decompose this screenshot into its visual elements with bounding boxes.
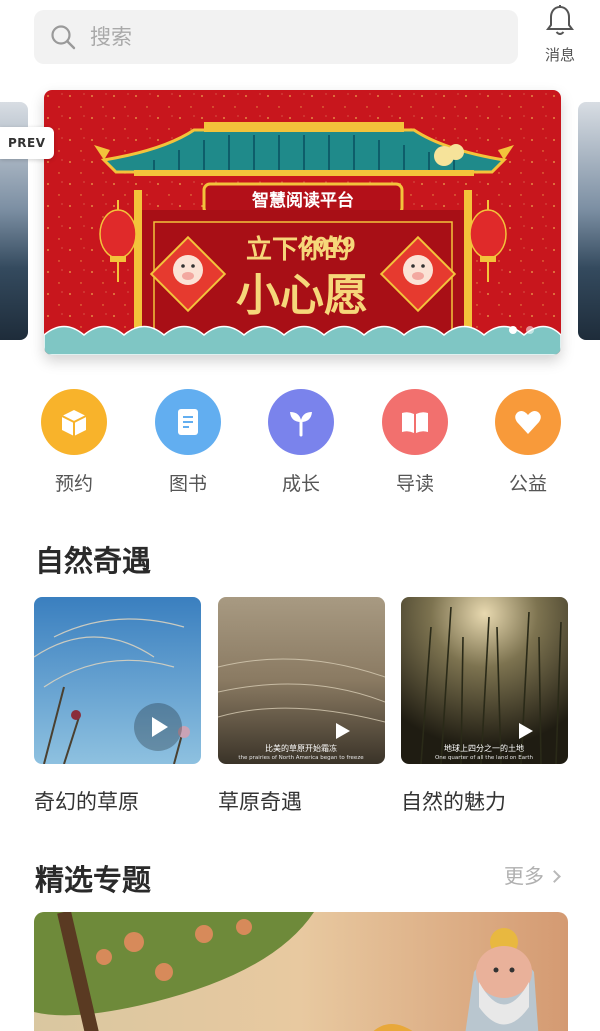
messages-button[interactable]: 消息 bbox=[536, 4, 584, 68]
prev-slide-button[interactable]: PREV bbox=[0, 127, 54, 159]
video-subtitle-en: One quarter of all the land on Earth bbox=[435, 755, 534, 761]
video-title: 奇幻的草原 bbox=[34, 790, 139, 814]
category-reserve[interactable]: 预约 bbox=[39, 389, 109, 496]
carousel-dot[interactable] bbox=[526, 326, 534, 334]
book-page-icon bbox=[178, 409, 198, 435]
video-subtitle-en: the prairies of North America began to f… bbox=[238, 755, 364, 761]
video-title: 草原奇遇 bbox=[218, 790, 302, 814]
more-link[interactable]: 更多 bbox=[504, 860, 561, 889]
category-label: 图书 bbox=[168, 473, 207, 495]
nature-section-title: 自然奇遇 bbox=[35, 544, 152, 578]
wish-line2-text: 小心愿 bbox=[236, 270, 368, 321]
open-book-icon bbox=[402, 412, 428, 433]
search-placeholder: 搜索 bbox=[90, 25, 132, 49]
video-subtitle: 地球上四分之一的土地 bbox=[444, 743, 524, 753]
carousel-dot-active[interactable] bbox=[509, 326, 517, 334]
more-label: 更多 bbox=[504, 864, 544, 888]
banner-slide[interactable]: 智慧阅读平台 2019 立下你的 小心愿 bbox=[44, 90, 561, 355]
banner-illustration: 智慧阅读平台 2019 立下你的 小心愿 bbox=[44, 90, 561, 355]
category-growth[interactable]: 成长 bbox=[266, 389, 336, 496]
video-card[interactable]: 奇幻的草原 bbox=[34, 597, 201, 816]
carousel-next-slide-peek[interactable] bbox=[578, 102, 600, 340]
search-input[interactable]: 搜索 bbox=[34, 10, 518, 64]
category-circle bbox=[155, 389, 221, 455]
category-books[interactable]: 图书 bbox=[153, 389, 223, 496]
messages-label: 消息 bbox=[544, 46, 575, 64]
platform-title-text: 智慧阅读平台 bbox=[252, 190, 354, 211]
top-header: 搜索 消息 bbox=[0, 0, 600, 80]
video-thumbnail bbox=[34, 597, 201, 764]
chevron-right-icon bbox=[548, 870, 561, 883]
wish-line1-text: 立下你的 bbox=[246, 234, 350, 265]
video-card[interactable]: 比美的草原开始霜冻 the prairies of North America … bbox=[218, 597, 385, 816]
category-label: 公益 bbox=[508, 473, 547, 495]
featured-topic-card[interactable] bbox=[34, 912, 568, 1031]
category-guide[interactable]: 导读 bbox=[380, 389, 450, 496]
category-circle bbox=[268, 389, 334, 455]
category-label: 成长 bbox=[281, 473, 320, 495]
video-thumbnail: 地球上四分之一的土地 One quarter of all the land o… bbox=[401, 597, 568, 764]
box-icon bbox=[61, 410, 87, 436]
category-charity[interactable]: 公益 bbox=[493, 389, 563, 496]
featured-illustration bbox=[34, 912, 568, 1031]
category-label: 预约 bbox=[54, 473, 93, 495]
video-subtitle: 比美的草原开始霜冻 bbox=[265, 743, 337, 753]
featured-section-title: 精选专题 bbox=[35, 863, 152, 897]
video-thumbnail: 比美的草原开始霜冻 the prairies of North America … bbox=[218, 597, 385, 764]
category-label: 导读 bbox=[395, 473, 434, 495]
category-circle bbox=[495, 389, 561, 455]
category-circle bbox=[382, 389, 448, 455]
heart-icon bbox=[515, 411, 541, 434]
video-card[interactable]: 地球上四分之一的土地 One quarter of all the land o… bbox=[401, 597, 568, 816]
category-circle bbox=[41, 389, 107, 455]
video-title: 自然的魅力 bbox=[401, 790, 506, 814]
bell-icon bbox=[546, 5, 574, 35]
search-icon bbox=[51, 25, 76, 50]
sprout-icon bbox=[290, 412, 312, 437]
